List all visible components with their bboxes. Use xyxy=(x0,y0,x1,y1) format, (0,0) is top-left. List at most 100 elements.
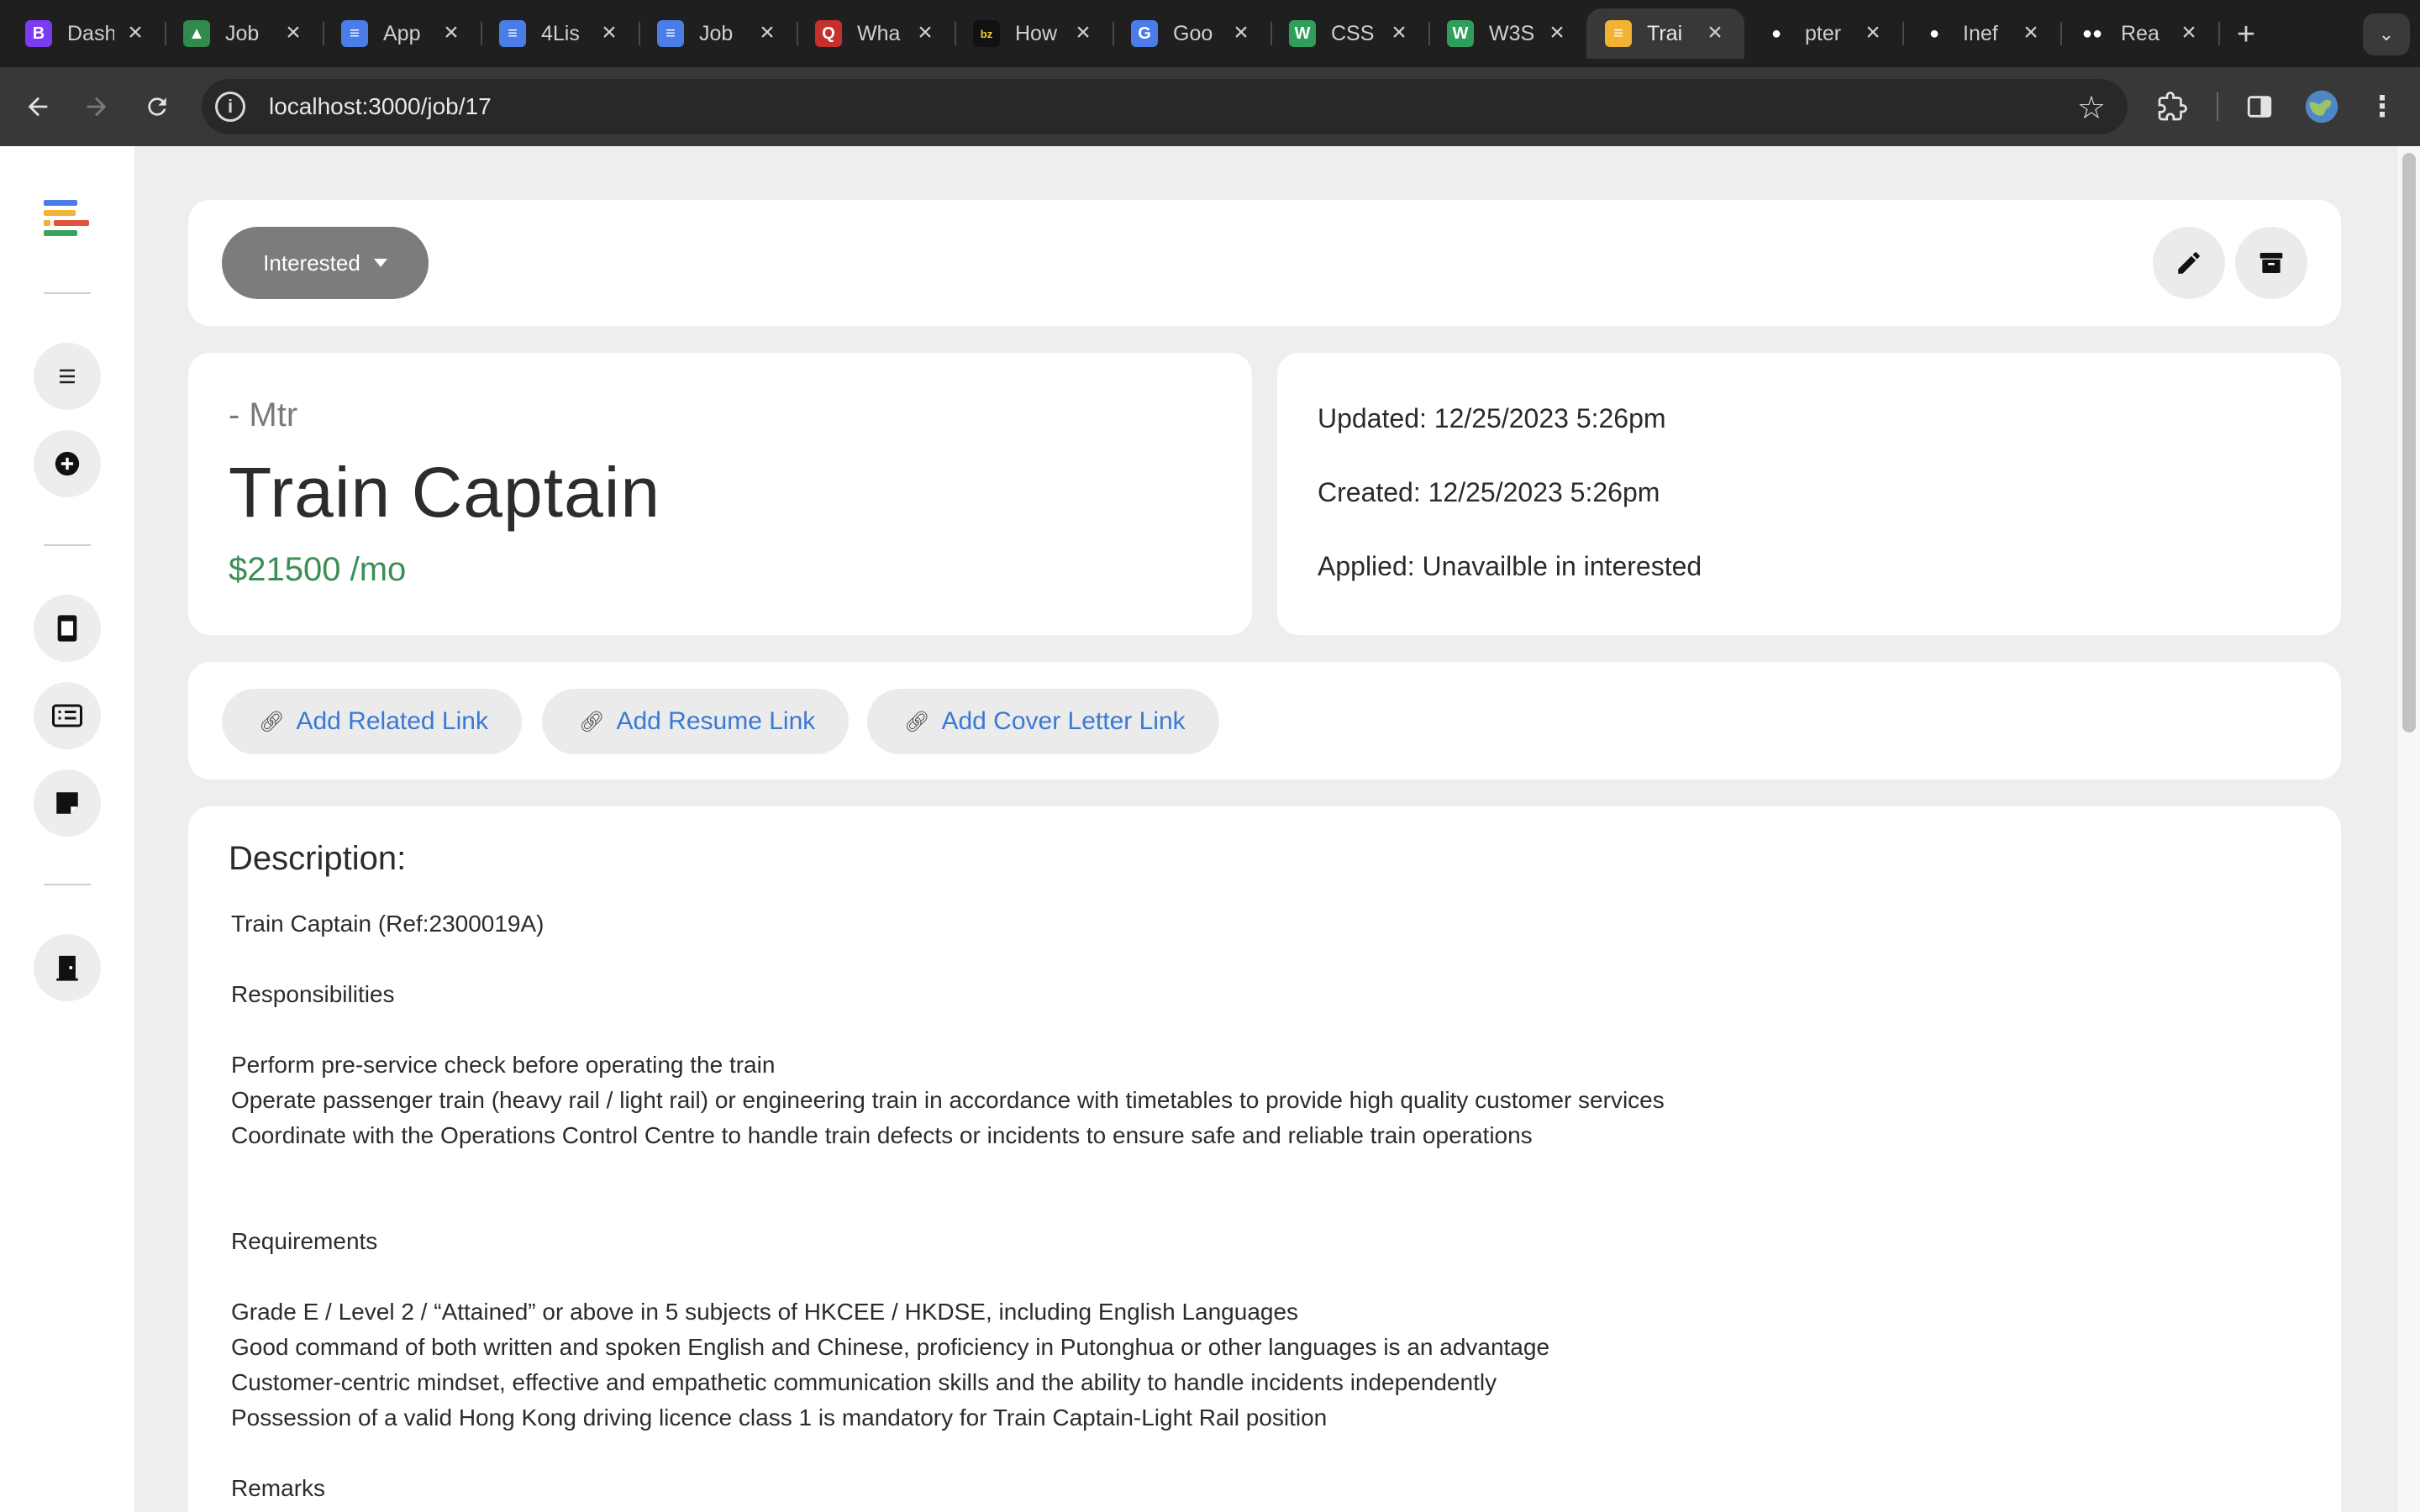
medium-icon: ●● xyxy=(2081,24,2103,43)
sidebar-item-add[interactable] xyxy=(34,430,101,497)
browser-tab[interactable]: B Dashl × xyxy=(7,8,166,59)
extensions-icon[interactable] xyxy=(2151,86,2193,128)
salary: $21500 /mo xyxy=(229,551,407,588)
company-name: - Mtr xyxy=(229,396,298,433)
description-line: Coordinate with the Operations Control C… xyxy=(231,1122,1533,1148)
link-icon: 🔗︎ xyxy=(904,710,930,733)
close-tab-icon[interactable]: × xyxy=(1543,18,1571,47)
archive-button[interactable] xyxy=(2235,227,2307,299)
tab-title: pter xyxy=(1805,21,1842,45)
status-dropdown[interactable]: Interested xyxy=(222,227,429,299)
google-translate-icon: G xyxy=(1131,20,1158,47)
google-docs-icon: ≡ xyxy=(341,20,368,47)
link-icon: 🔗︎ xyxy=(579,710,605,733)
url-text[interactable]: localhost:3000/job/17 xyxy=(269,93,492,120)
bz-icon: bz xyxy=(973,20,1000,47)
tab-title: CSS xyxy=(1331,21,1375,45)
close-tab-icon[interactable]: × xyxy=(437,18,466,47)
pencil-icon xyxy=(2178,252,2200,274)
page-scrollbar[interactable] xyxy=(2396,146,2420,1512)
tab-title: 4Lis xyxy=(541,21,580,45)
close-tab-icon[interactable]: × xyxy=(279,18,308,47)
browser-tab[interactable]: ≡ Trai × xyxy=(1586,8,1744,59)
browser-tab[interactable]: ● pter × xyxy=(1744,8,1904,59)
description-line: Possession of a valid Hong Kong driving … xyxy=(231,1404,1328,1431)
close-tab-icon[interactable]: × xyxy=(911,18,939,47)
description-line: Requirements xyxy=(231,1228,378,1254)
forward-button[interactable] xyxy=(76,86,118,128)
new-tab-button[interactable]: + xyxy=(2227,15,2265,54)
close-tab-icon[interactable]: × xyxy=(1227,18,1255,47)
close-tab-icon[interactable]: × xyxy=(2175,18,2203,47)
reload-button[interactable] xyxy=(136,86,178,128)
door-exit-icon xyxy=(56,955,78,981)
sidebar-item-notes[interactable] xyxy=(34,769,101,837)
description-line: Train Captain (Ref:2300019A) xyxy=(231,911,544,937)
browser-tab[interactable]: ▲ Job × xyxy=(165,8,324,59)
sidebar-item-cards[interactable] xyxy=(34,682,101,749)
job-dates-card: Updated: 12/25/2023 5:26pm Created: 12/2… xyxy=(1277,353,2341,635)
sidebar-divider xyxy=(44,544,91,546)
add-related-link-button[interactable]: 🔗︎ Add Related Link xyxy=(222,689,522,754)
close-tab-icon[interactable]: × xyxy=(121,18,150,47)
bookmark-star-icon[interactable]: ☆ xyxy=(2077,89,2106,127)
google-docs-icon: ≡ xyxy=(657,20,684,47)
browser-tab[interactable]: Q Wha × xyxy=(797,8,956,59)
add-related-link-label: Add Related Link xyxy=(296,707,488,735)
close-tab-icon[interactable]: × xyxy=(1069,18,1097,47)
browser-toolbar: i localhost:3000/job/17 ☆ ⋮ xyxy=(0,67,2420,146)
tab-search-button[interactable]: ⌄ xyxy=(2363,13,2410,55)
browser-tab[interactable]: ≡ App × xyxy=(323,8,482,59)
plus-circle-icon xyxy=(55,451,80,476)
close-tab-icon[interactable]: × xyxy=(2017,18,2045,47)
side-panel-icon[interactable] xyxy=(2238,86,2281,128)
link-icon: 🔗︎ xyxy=(259,710,285,733)
browser-tab-strip: BDashl×▲Job×≡App×≡4Lis×≡Job×QWha×bzHow×G… xyxy=(0,0,2420,67)
sidebar-item-logout[interactable] xyxy=(34,934,101,1001)
tab-title: Rea xyxy=(2121,21,2160,45)
sidebar-item-list[interactable] xyxy=(34,343,101,410)
site-info-icon[interactable]: i xyxy=(215,92,245,122)
description-line: Remarks xyxy=(231,1475,326,1501)
app-logo-icon[interactable] xyxy=(42,198,92,249)
browser-tab[interactable]: bz How × xyxy=(955,8,1114,59)
browser-tab[interactable]: ≡ Job × xyxy=(639,8,798,59)
scrollbar-thumb[interactable] xyxy=(2402,153,2416,732)
browser-tab[interactable]: ≡ 4Lis × xyxy=(481,8,640,59)
description-line: Good command of both written and spoken … xyxy=(231,1334,1550,1360)
card-list-icon xyxy=(52,704,82,727)
close-tab-icon[interactable]: × xyxy=(595,18,623,47)
profile-avatar[interactable] xyxy=(2301,86,2343,128)
add-cover-letter-link-button[interactable]: 🔗︎ Add Cover Letter Link xyxy=(867,689,1219,754)
tab-title: How xyxy=(1015,21,1058,45)
close-tab-icon[interactable]: × xyxy=(1859,18,1887,47)
description-line: Customer-centric mindset, effective and … xyxy=(231,1369,1497,1395)
bootstrap-icon: B xyxy=(25,20,52,47)
tab-title: Inef xyxy=(1963,21,1998,45)
applied-date: Applied: Unavailble in interested xyxy=(1318,551,1702,581)
address-bar[interactable]: i localhost:3000/job/17 ☆ xyxy=(202,79,2128,134)
description-card: Description: Train Captain (Ref:2300019A… xyxy=(188,806,2341,1512)
app-sidebar xyxy=(0,146,134,1512)
back-button[interactable] xyxy=(17,86,59,128)
toolbar-divider xyxy=(2217,92,2218,121)
arrow-left-icon xyxy=(28,97,48,117)
app-logo-icon: ≡ xyxy=(1605,20,1632,47)
tab-title: Goo xyxy=(1173,21,1213,45)
close-tab-icon[interactable]: × xyxy=(1385,18,1413,47)
sidebar-item-resumes[interactable] xyxy=(34,595,101,662)
close-tab-icon[interactable]: × xyxy=(1701,18,1729,47)
browser-tab[interactable]: W W3S × xyxy=(1428,8,1586,59)
close-tab-icon[interactable]: × xyxy=(753,18,781,47)
browser-tab[interactable]: ●● Rea × xyxy=(2060,8,2220,59)
browser-tab[interactable]: ● Inef × xyxy=(1902,8,2062,59)
browser-tab[interactable]: G Goo × xyxy=(1113,8,1272,59)
browser-tab[interactable]: W CSS × xyxy=(1270,8,1430,59)
sticky-note-icon xyxy=(56,792,78,814)
quora-icon: Q xyxy=(815,20,842,47)
edit-button[interactable] xyxy=(2153,227,2225,299)
add-cover-letter-link-label: Add Cover Letter Link xyxy=(941,707,1186,735)
browser-menu-icon[interactable]: ⋮ xyxy=(2361,86,2403,128)
add-resume-link-button[interactable]: 🔗︎ Add Resume Link xyxy=(542,689,850,754)
tab-title: Trai xyxy=(1647,21,1683,45)
